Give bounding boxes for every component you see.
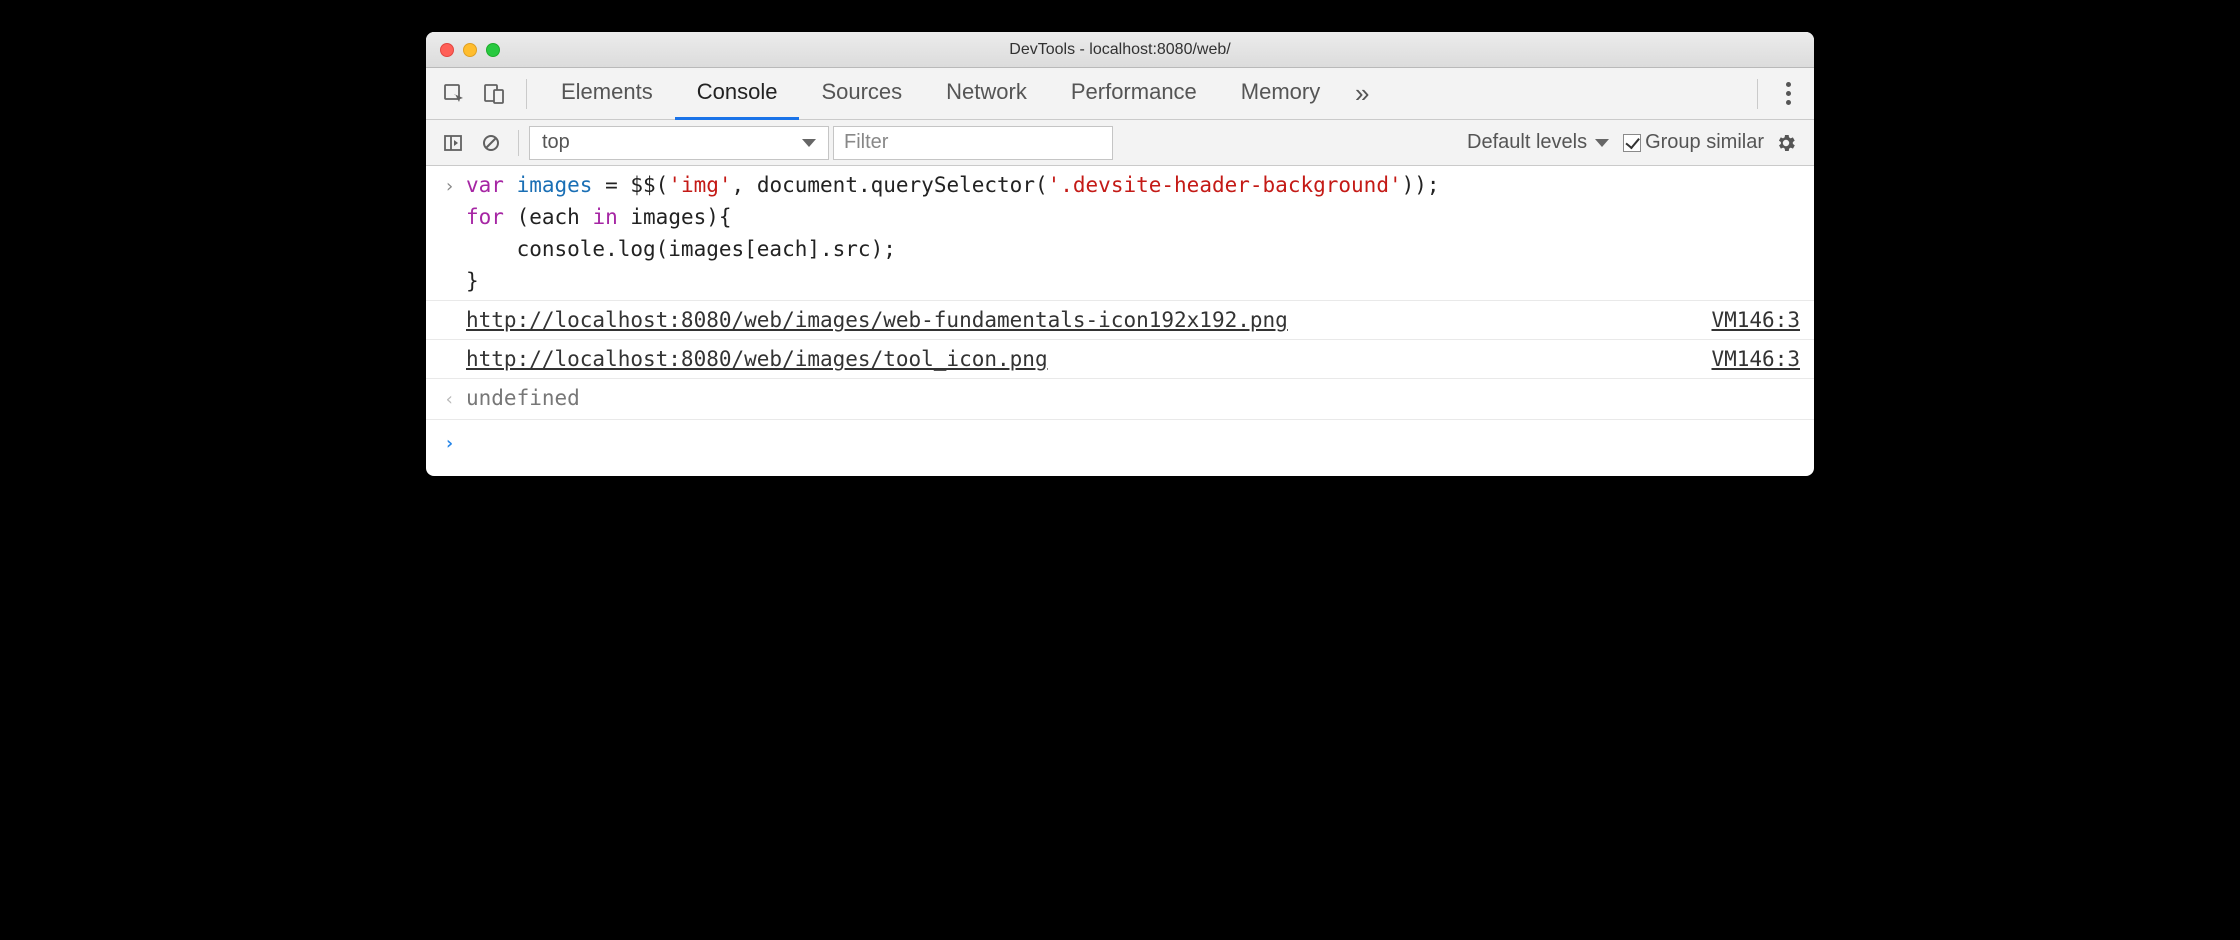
group-similar-checkbox[interactable] xyxy=(1623,134,1641,152)
devtools-tabs: ElementsConsoleSourcesNetworkPerformance… xyxy=(426,68,1814,120)
log-url-link[interactable]: http://localhost:8080/web/images/web-fun… xyxy=(466,308,1288,332)
console-input[interactable] xyxy=(466,426,1800,460)
tab-sources[interactable]: Sources xyxy=(799,68,924,120)
tab-console[interactable]: Console xyxy=(675,68,800,120)
toggle-sidebar-icon[interactable] xyxy=(436,126,470,160)
tabs-overflow-button[interactable]: » xyxy=(1342,78,1382,109)
tab-performance[interactable]: Performance xyxy=(1049,68,1219,120)
tab-network[interactable]: Network xyxy=(924,68,1049,120)
group-similar-label: Group similar xyxy=(1645,131,1764,154)
inspect-element-icon[interactable] xyxy=(434,68,474,120)
log-source-link[interactable]: VM146:3 xyxy=(1711,343,1800,375)
console-return-row: ‹ undefined xyxy=(426,379,1814,420)
execution-context-select[interactable]: top xyxy=(529,126,829,160)
code-block[interactable]: var images = $$('img', document.querySel… xyxy=(466,169,1800,297)
log-url-link[interactable]: http://localhost:8080/web/images/tool_ic… xyxy=(466,347,1048,371)
console-output: › var images = $$('img', document.queryS… xyxy=(426,166,1814,476)
log-gutter xyxy=(444,304,466,306)
log-levels-select[interactable]: Default levels xyxy=(1457,131,1619,154)
log-source-link[interactable]: VM146:3 xyxy=(1711,304,1800,336)
console-input-echo: › var images = $$('img', document.queryS… xyxy=(426,166,1814,301)
console-settings-icon[interactable] xyxy=(1768,125,1804,161)
filter-input[interactable] xyxy=(833,126,1113,160)
prompt-icon: › xyxy=(444,426,466,460)
console-log-row: http://localhost:8080/web/images/tool_ic… xyxy=(426,340,1814,379)
tab-memory[interactable]: Memory xyxy=(1219,68,1342,120)
divider xyxy=(1757,79,1758,109)
chevron-down-icon xyxy=(802,139,816,147)
settings-menu-button[interactable] xyxy=(1770,68,1806,120)
divider xyxy=(526,79,527,109)
titlebar: DevTools - localhost:8080/web/ xyxy=(426,32,1814,68)
context-value: top xyxy=(542,131,570,154)
close-window-button[interactable] xyxy=(440,43,454,57)
return-value: undefined xyxy=(466,382,1800,414)
device-toggle-icon[interactable] xyxy=(474,68,514,120)
chevron-down-icon xyxy=(1595,139,1609,147)
clear-console-icon[interactable] xyxy=(474,126,508,160)
traffic-lights xyxy=(426,43,500,57)
input-prompt-icon: › xyxy=(444,169,466,203)
levels-label: Default levels xyxy=(1467,131,1587,154)
console-toolbar: top Default levels Group similar xyxy=(426,120,1814,166)
minimize-window-button[interactable] xyxy=(463,43,477,57)
zoom-window-button[interactable] xyxy=(486,43,500,57)
output-indicator-icon: ‹ xyxy=(444,382,466,416)
tab-elements[interactable]: Elements xyxy=(539,68,675,120)
console-log-row: http://localhost:8080/web/images/web-fun… xyxy=(426,301,1814,340)
divider xyxy=(518,130,519,156)
log-gutter xyxy=(444,343,466,345)
console-prompt-row[interactable]: › xyxy=(426,420,1814,476)
devtools-window: DevTools - localhost:8080/web/ ElementsC… xyxy=(426,32,1814,476)
window-title: DevTools - localhost:8080/web/ xyxy=(426,41,1814,59)
